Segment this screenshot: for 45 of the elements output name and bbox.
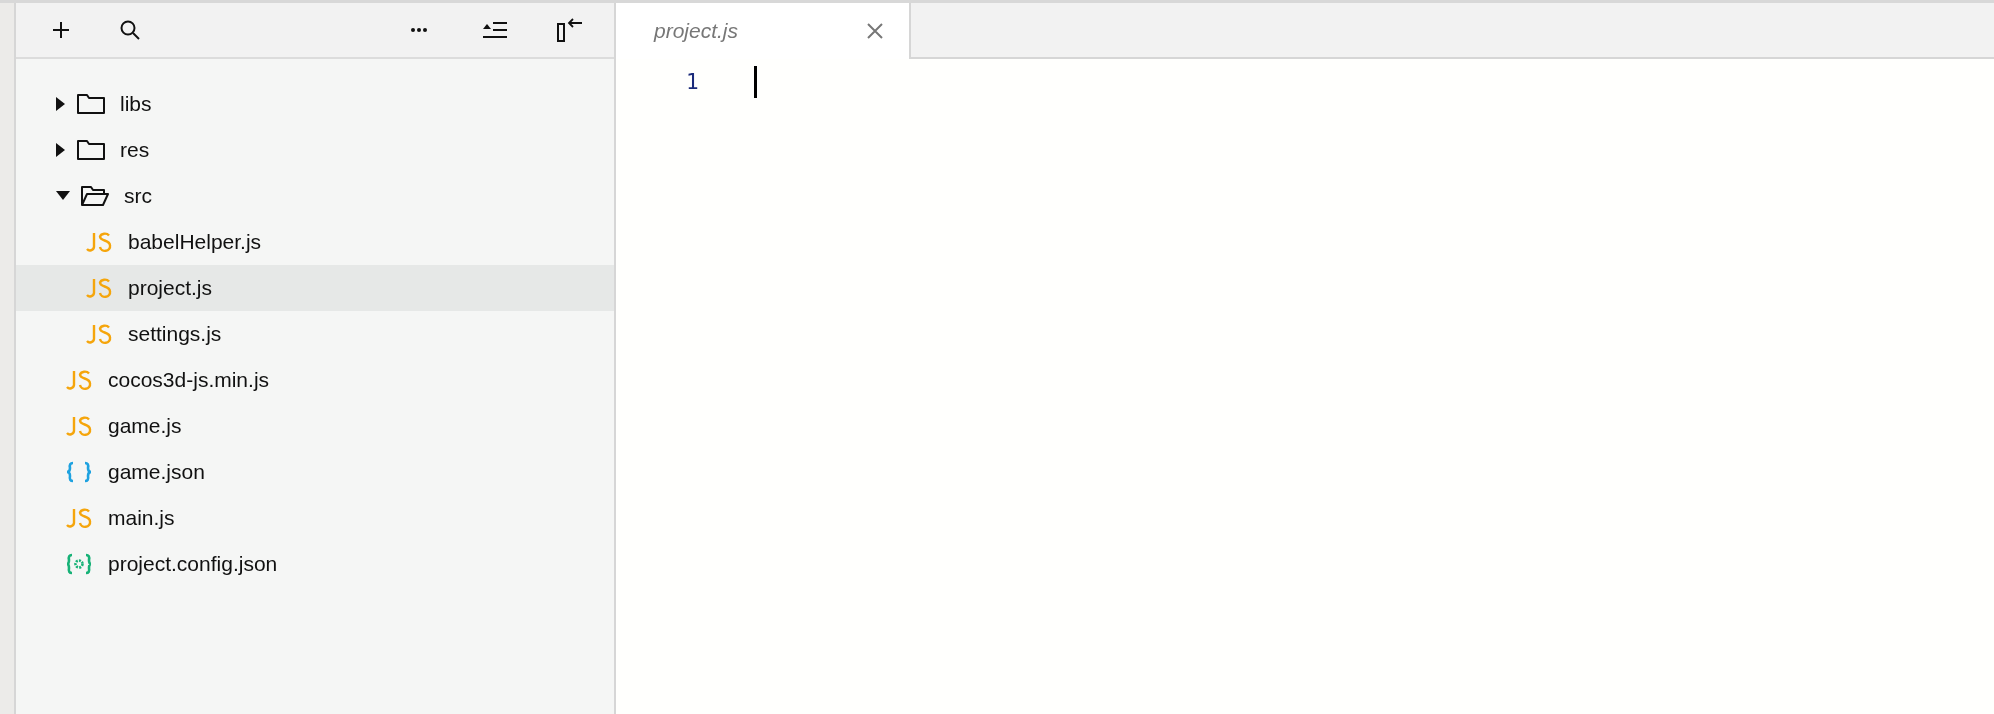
js-file-icon — [86, 277, 112, 299]
tree-item[interactable]: game.json — [16, 449, 614, 495]
folder-icon — [76, 93, 106, 115]
caret-down-icon[interactable] — [56, 191, 70, 201]
tree-item[interactable]: cocos3d-js.min.js — [16, 357, 614, 403]
tree-item[interactable]: libs — [16, 81, 614, 127]
file-name: project.config.json — [108, 552, 278, 576]
file-name: settings.js — [128, 322, 222, 346]
tree-item[interactable]: project.config.json — [16, 541, 614, 587]
tree-item[interactable]: babelHelper.js — [16, 219, 614, 265]
tree-item[interactable]: res — [16, 127, 614, 173]
text-cursor — [754, 66, 757, 98]
search-icon[interactable] — [119, 19, 141, 41]
collapse-panel-icon[interactable] — [556, 17, 584, 43]
add-icon[interactable] — [51, 20, 71, 40]
collapse-list-icon[interactable] — [482, 20, 508, 40]
js-file-icon — [86, 231, 112, 253]
file-name: game.js — [108, 414, 182, 438]
js-file-icon — [86, 323, 112, 345]
tree-item[interactable]: settings.js — [16, 311, 614, 357]
tree-item[interactable]: main.js — [16, 495, 614, 541]
js-file-icon — [66, 507, 92, 529]
file-name: babelHelper.js — [128, 230, 262, 254]
file-name: main.js — [108, 506, 175, 530]
braces-icon — [66, 461, 92, 483]
tab-title: project.js — [654, 19, 739, 43]
close-icon[interactable] — [866, 22, 884, 40]
tree-item[interactable]: game.js — [16, 403, 614, 449]
file-name: res — [120, 138, 150, 162]
file-name: cocos3d-js.min.js — [108, 368, 270, 392]
tree-item[interactable]: project.js — [16, 265, 614, 311]
file-name: libs — [120, 92, 152, 116]
file-name: project.js — [128, 276, 213, 300]
tree-item[interactable]: src — [16, 173, 614, 219]
js-file-icon — [66, 369, 92, 391]
open-folder-icon — [80, 185, 110, 207]
js-file-icon — [66, 415, 92, 437]
caret-right-icon[interactable] — [56, 143, 66, 157]
config-braces-icon — [66, 553, 92, 575]
line-number: 1 — [686, 70, 700, 94]
more-icon[interactable] — [410, 27, 428, 33]
file-name: src — [124, 184, 152, 208]
folder-icon — [76, 139, 106, 161]
file-name: game.json — [108, 460, 205, 484]
caret-right-icon[interactable] — [56, 97, 66, 111]
